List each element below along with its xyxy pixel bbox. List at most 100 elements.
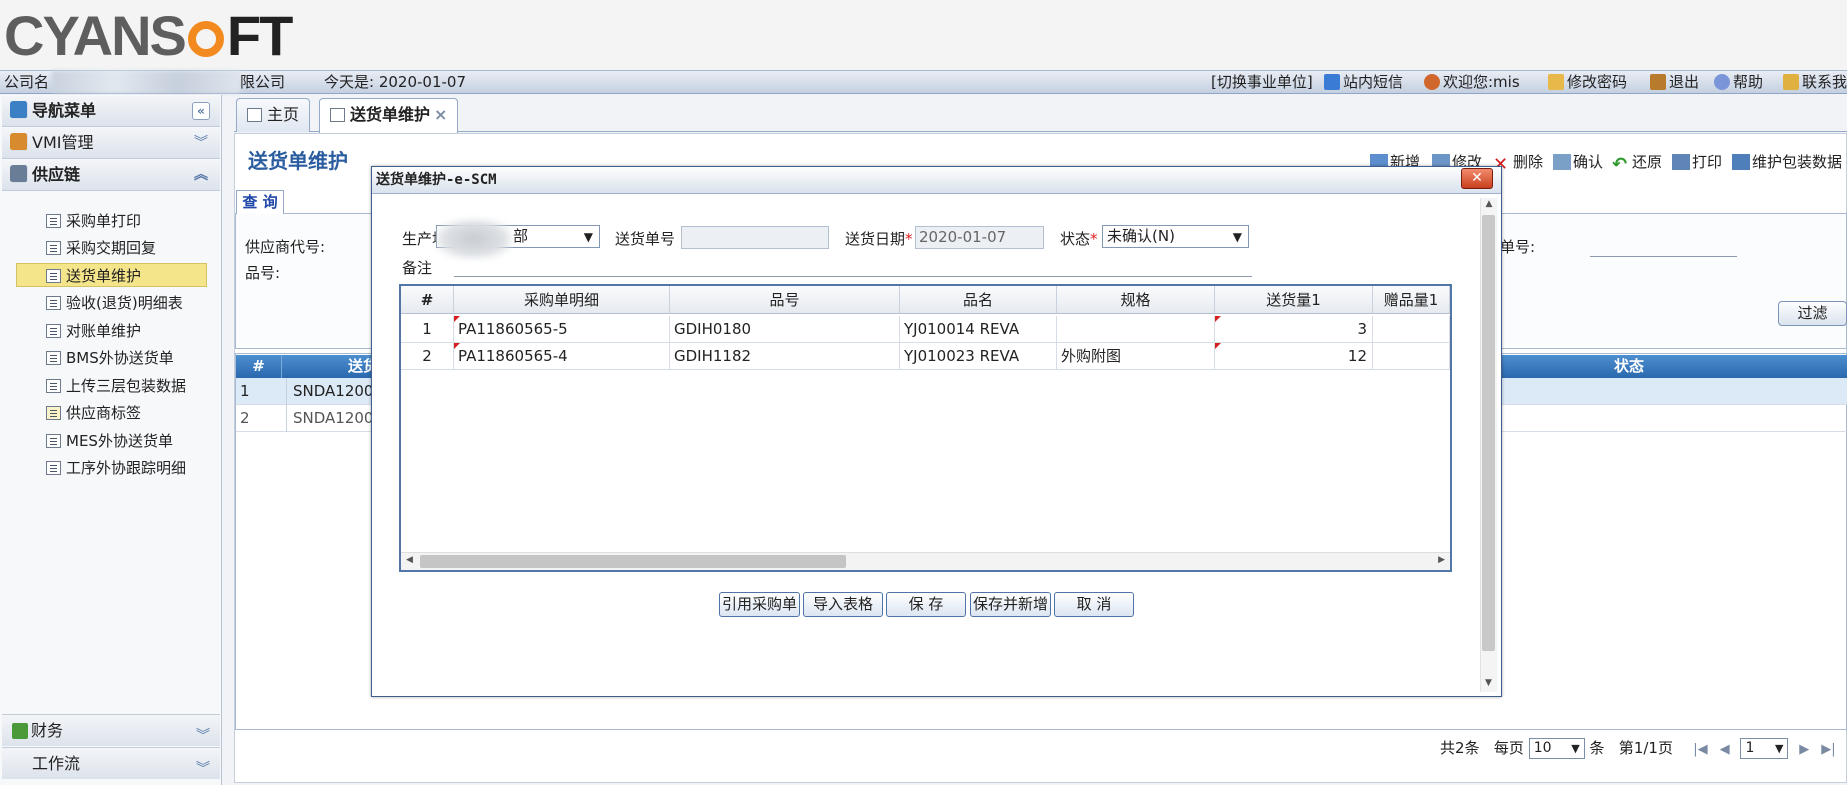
next-page-icon[interactable]: ▶ — [1799, 742, 1809, 757]
close-tab-icon[interactable]: × — [434, 105, 447, 124]
detail-col-part-no[interactable]: 品号 — [670, 286, 900, 314]
nav-group-vmi[interactable]: VMI管理 ︾ — [2, 128, 220, 159]
document-icon — [46, 296, 61, 310]
messages-link[interactable]: 站内短信 — [1324, 71, 1403, 93]
change-password-link[interactable]: 修改密码 — [1548, 71, 1627, 93]
confirm-button[interactable]: 确认 — [1553, 151, 1603, 172]
detail-spec-cell[interactable] — [1057, 316, 1215, 343]
document-icon — [46, 241, 61, 255]
detail-gift-qty-cell[interactable] — [1373, 316, 1450, 343]
detail-row-num: 1 — [401, 316, 454, 343]
row-doc-no: SNDA12001 — [286, 378, 383, 405]
delivery-date-input[interactable]: 2020-01-07 — [915, 226, 1044, 249]
detail-part-name-cell[interactable]: YJ010014 REVA — [900, 316, 1057, 343]
restore-button[interactable]: ↶ 还原 — [1612, 151, 1662, 174]
chevron-up-icon: ︽ — [194, 167, 208, 183]
detail-spec-cell[interactable]: 外购附图 — [1057, 343, 1215, 370]
dialog-close-button[interactable]: ✕ — [1461, 168, 1493, 189]
detail-row-num: 2 — [401, 343, 454, 370]
printer-icon — [1672, 154, 1690, 170]
nav-item-po-delivery-reply[interactable]: 采购交期回复 — [46, 236, 156, 260]
status-label: 状态* — [1060, 230, 1098, 248]
page-goto-select[interactable]: 1 — [1740, 738, 1789, 759]
nav-item-delivery-maintenance[interactable]: 送货单维护 — [16, 263, 207, 287]
nav-group-supply[interactable]: 供应链 ︽ — [2, 160, 220, 191]
package-data-button[interactable]: 维护包装数据 — [1732, 151, 1842, 172]
detail-col-po-detail[interactable]: 采购单明细 — [454, 286, 670, 314]
company-name-prefix: 公司名 — [4, 73, 50, 91]
detail-gift-qty-cell[interactable] — [1373, 343, 1450, 370]
col-header-status: 状态 — [1614, 357, 1645, 375]
nav-item-bms-delivery[interactable]: BMS外协送货单 — [46, 346, 174, 370]
redacted-company-name — [52, 71, 240, 93]
detail-col-part-name[interactable]: 品名 — [900, 286, 1057, 314]
status-select[interactable]: 未确认(N) — [1102, 225, 1249, 248]
detail-col-spec[interactable]: 规格 — [1057, 286, 1215, 314]
nav-item-upload-package[interactable]: 上传三层包装数据 — [46, 374, 186, 398]
document-icon — [46, 461, 61, 475]
document-icon — [46, 269, 61, 283]
detail-scroll-thumb[interactable] — [420, 555, 846, 568]
total-count: 2 — [1455, 739, 1465, 757]
nav-group-finance[interactable]: 财务 ︾ — [2, 714, 220, 746]
detail-part-no-cell[interactable]: GDIH0180 — [670, 316, 900, 343]
top-bar: 公司名 限公司 今天是: 2020-01-07 [切换事业单位] 站内短信 欢迎… — [0, 70, 1847, 94]
last-page-icon[interactable]: ▶| — [1821, 742, 1835, 757]
detail-col-gift-qty[interactable]: 赠品量1 — [1373, 286, 1450, 314]
part-no-label: 品号: — [245, 264, 281, 282]
detail-col-qty[interactable]: 送货量1 — [1215, 286, 1373, 314]
filter-button[interactable]: 过滤 — [1778, 301, 1847, 326]
query-tab[interactable]: 查 询 — [236, 190, 284, 214]
save-and-new-button[interactable]: 保存并新增 — [970, 592, 1051, 617]
confirm-icon — [1553, 154, 1571, 170]
detail-part-name-cell[interactable]: YJ010023 REVA — [900, 343, 1057, 370]
nav-item-mes-delivery[interactable]: MES外协送货单 — [46, 429, 173, 453]
per-page-select[interactable]: 10 — [1528, 738, 1585, 759]
prev-page-icon[interactable]: ◀ — [1720, 742, 1730, 757]
collapse-nav-icon[interactable]: « — [192, 102, 210, 120]
company-name-suffix: 限公司 — [240, 73, 286, 91]
detail-qty-cell[interactable]: 3 — [1215, 316, 1373, 343]
logout-link[interactable]: 退出 — [1650, 71, 1699, 93]
remark-input[interactable] — [454, 255, 1252, 277]
detail-qty-cell[interactable]: 12 — [1215, 343, 1373, 370]
save-button[interactable]: 保 存 — [886, 592, 966, 617]
brand-logo: CYANS FT — [4, 4, 293, 67]
scroll-down-icon[interactable]: ▼ — [1481, 678, 1496, 688]
detail-part-no-cell[interactable]: GDIH1182 — [670, 343, 900, 370]
tab-delivery-maintenance[interactable]: 送货单维护 × — [319, 98, 459, 133]
nav-item-acceptance-detail[interactable]: 验收(退货)明细表 — [46, 291, 183, 315]
sitemap-icon — [10, 101, 28, 119]
doc-no-input[interactable] — [681, 226, 829, 249]
contact-link[interactable]: 联系我 — [1783, 71, 1847, 93]
import-table-button[interactable]: 导入表格 — [803, 592, 883, 617]
nav-item-supplier-label[interactable]: 供应商标签 — [46, 401, 141, 425]
dialog-scroll-thumb[interactable] — [1482, 215, 1495, 651]
remark-label: 备注 — [402, 259, 433, 277]
tab-home[interactable]: 主页 — [236, 98, 311, 132]
doc-no-filter-input[interactable] — [1590, 235, 1737, 257]
cancel-button[interactable]: 取 消 — [1054, 592, 1134, 617]
row-doc-no: SNDA12001 — [286, 405, 383, 432]
nav-group-workflow[interactable]: 工作流 ︾ — [2, 747, 220, 779]
print-button[interactable]: 打印 — [1672, 151, 1722, 172]
page-icon — [330, 108, 345, 122]
heart-icon — [1714, 74, 1730, 90]
pager: 共2条 每页 10 条 第1/1页 |◀◀ 1 ▶▶| — [1440, 737, 1836, 759]
reference-po-button[interactable]: 引用采购单 — [719, 592, 800, 617]
page-indicator: 1/1 — [1633, 739, 1658, 757]
first-page-icon[interactable]: |◀ — [1693, 742, 1707, 757]
dialog-title: 送货单维护-e-SCM — [372, 167, 1501, 194]
detail-po-detail-cell[interactable]: PA11860565-5 — [454, 316, 670, 343]
page-icon — [247, 108, 262, 122]
nav-item-po-print[interactable]: 采购单打印 — [46, 209, 141, 233]
nav-item-statement[interactable]: 对账单维护 — [46, 319, 141, 343]
detail-po-detail-cell[interactable]: PA11860565-4 — [454, 343, 670, 370]
tab-strip — [234, 98, 1847, 132]
page-title: 送货单维护 — [248, 149, 348, 173]
nav-item-process-tracking[interactable]: 工序外协跟踪明细 — [46, 456, 186, 480]
user-icon — [1424, 74, 1440, 90]
switch-unit-link[interactable]: [切换事业单位] — [1211, 71, 1313, 93]
document-icon — [46, 351, 61, 365]
help-link[interactable]: 帮助 — [1714, 71, 1763, 93]
